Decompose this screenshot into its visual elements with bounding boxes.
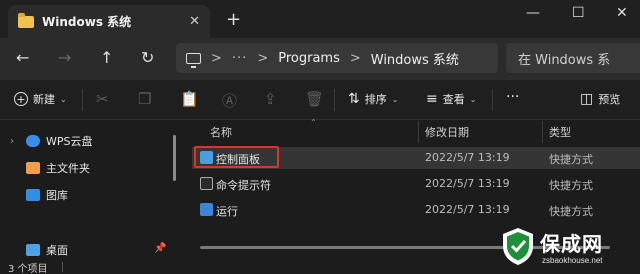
watermark-text: 保成网: [540, 232, 603, 256]
command-bar: + 新建 ⌄ ✂ ❐ 📋 Ⓐ ⇪ 🗑 ⇅ 排序 ⌄ ≡ 查看 ⌄ ··· ◫ 预…: [0, 80, 640, 120]
sidebar-item-label: 桌面: [46, 244, 68, 257]
preview-pane-icon: ◫: [580, 91, 594, 107]
more-options-button[interactable]: ···: [506, 89, 519, 105]
up-button[interactable]: ↑: [100, 48, 113, 67]
preview-button[interactable]: ◫ 预览: [580, 91, 620, 107]
item-count: 3 个项目: [8, 264, 48, 274]
copy-icon[interactable]: ❐: [138, 90, 151, 108]
view-button[interactable]: ≡ 查看 ⌄: [426, 91, 476, 107]
file-date: 2022/5/7 13:19: [425, 151, 510, 164]
pin-icon: 📌: [154, 243, 167, 254]
tab-title: Windows 系统: [42, 15, 132, 29]
file-date: 2022/5/7 13:19: [425, 177, 510, 190]
table-row[interactable]: 运行 2022/5/7 13:19 快捷方式: [192, 199, 640, 221]
sidebar-item-home[interactable]: 主文件夹: [10, 160, 90, 176]
column-header-date[interactable]: 修改日期: [425, 124, 469, 140]
chevron-right-icon: >: [257, 50, 269, 66]
shield-icon: [503, 228, 533, 265]
paste-icon[interactable]: 📋: [180, 90, 199, 108]
chevron-down-icon: ⌄: [391, 94, 399, 104]
sort-indicator-icon: ⌃: [310, 118, 317, 127]
title-bar: Windows 系统 ✕ + — ☐ ✕: [0, 0, 640, 38]
sort-label: 排序: [364, 93, 387, 106]
breadcrumb-windows-system[interactable]: Windows 系统: [371, 49, 459, 68]
sidebar-item-gallery[interactable]: 图库: [10, 187, 68, 203]
sidebar-item-label: WPS云盘: [46, 135, 93, 148]
delete-icon[interactable]: 🗑: [305, 90, 324, 108]
folder-icon: [18, 12, 34, 28]
minimize-button[interactable]: —: [526, 5, 540, 21]
file-type: 快捷方式: [549, 153, 593, 166]
home-icon: [26, 162, 40, 174]
back-button[interactable]: ←: [16, 48, 29, 67]
address-bar[interactable]: > ··· > Programs > Windows 系统: [176, 43, 498, 73]
new-label: 新建: [33, 93, 55, 106]
chevron-down-icon: ⌄: [60, 94, 67, 104]
file-date: 2022/5/7 13:19: [425, 203, 510, 216]
rename-icon[interactable]: Ⓐ: [222, 90, 237, 111]
address-row: ← → ↑ ↻ > ··· > Programs > Windows 系统 在 …: [0, 38, 640, 80]
view-label: 查看: [442, 93, 465, 106]
run-icon: [200, 203, 213, 216]
tab-close-icon[interactable]: ✕: [189, 14, 200, 29]
table-row[interactable]: 命令提示符 2022/5/7 13:19 快捷方式: [192, 173, 640, 195]
monitor-icon: [186, 52, 201, 68]
preview-label: 预览: [598, 93, 621, 106]
sidebar-item-label: 主文件夹: [46, 162, 90, 175]
sidebar-scrollbar[interactable]: [173, 135, 176, 181]
refresh-button[interactable]: ↻: [141, 48, 154, 67]
file-type: 快捷方式: [549, 205, 593, 218]
share-icon[interactable]: ⇪: [264, 90, 277, 108]
cmd-icon: [200, 177, 213, 190]
file-name: 运行: [216, 205, 238, 218]
new-tab-button[interactable]: +: [226, 9, 241, 30]
sidebar-item-wps-cloud[interactable]: › WPS云盘: [10, 133, 93, 149]
tab-windows-system[interactable]: Windows 系统 ✕: [8, 5, 210, 38]
column-header-type[interactable]: 类型: [549, 124, 571, 140]
column-header-name[interactable]: 名称: [210, 124, 232, 140]
sort-icon: ⇅: [348, 91, 360, 107]
breadcrumb-overflow[interactable]: ···: [232, 51, 247, 66]
chevron-right-icon: ›: [10, 135, 14, 147]
watermark-logo: 保成网 zsbaokhouse.net: [496, 224, 640, 274]
sidebar-item-desktop[interactable]: 桌面: [10, 242, 68, 258]
desktop-icon: [26, 244, 40, 256]
forward-button[interactable]: →: [58, 48, 71, 67]
gallery-icon: [26, 189, 40, 201]
plus-icon: +: [14, 92, 28, 106]
maximize-button[interactable]: ☐: [572, 5, 585, 21]
file-type: 快捷方式: [549, 179, 593, 192]
sidebar-item-label: 图库: [46, 189, 68, 202]
search-input[interactable]: 在 Windows 系: [506, 43, 640, 73]
navigation-pane: › WPS云盘 主文件夹 图库 桌面: [0, 121, 180, 259]
highlight-box: [194, 146, 279, 168]
close-window-button[interactable]: ✕: [616, 5, 628, 21]
chevron-right-icon: >: [349, 50, 361, 66]
chevron-down-icon: ⌄: [469, 94, 477, 104]
view-icon: ≡: [426, 91, 438, 107]
watermark-url: zsbaokhouse.net: [542, 256, 603, 265]
new-button[interactable]: + 新建 ⌄: [14, 91, 67, 107]
cut-icon[interactable]: ✂: [96, 90, 109, 108]
sort-button[interactable]: ⇅ 排序 ⌄: [348, 91, 398, 107]
file-name: 命令提示符: [216, 179, 271, 192]
cloud-icon: [26, 135, 40, 147]
breadcrumb-programs[interactable]: Programs: [278, 51, 340, 66]
chevron-right-icon: >: [211, 50, 222, 66]
